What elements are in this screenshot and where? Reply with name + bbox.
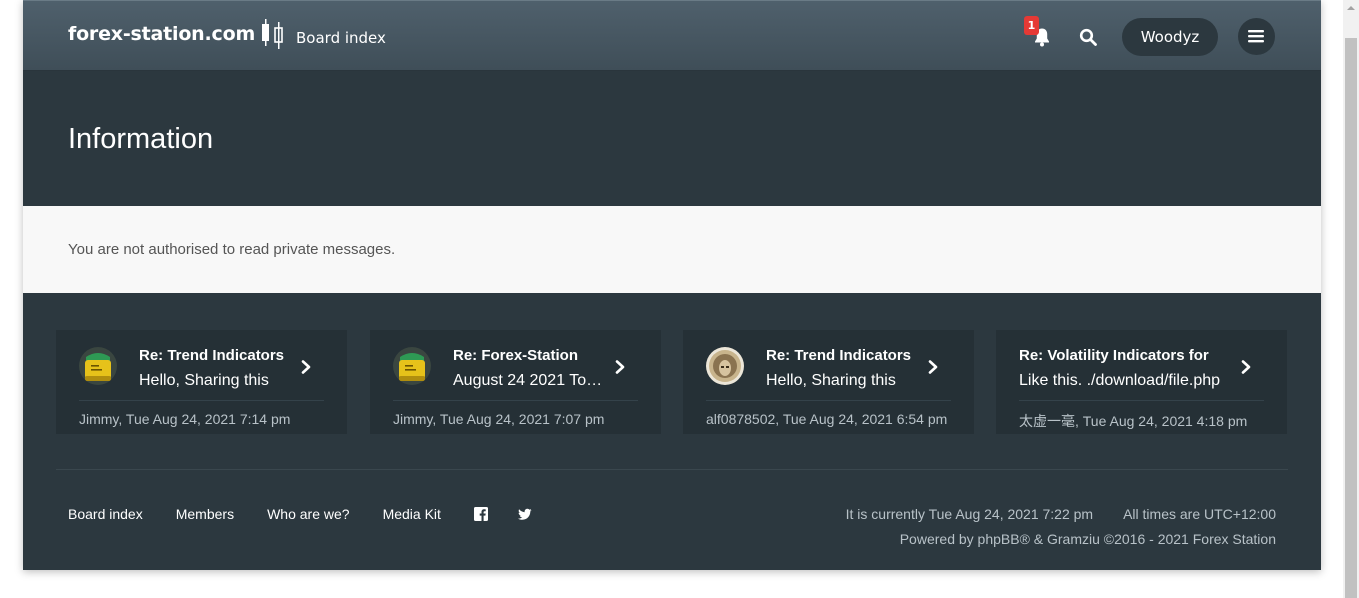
- footer-divider: [56, 469, 1288, 470]
- notification-badge: 1: [1024, 16, 1039, 35]
- keyboard-avatar: [393, 347, 431, 385]
- timezone-info: All times are UTC+12:00: [1123, 506, 1276, 522]
- post-title: Re: Trend Indicators: [766, 347, 912, 364]
- chevron-right-icon[interactable]: [614, 360, 626, 374]
- hamburger-menu-icon: [1248, 30, 1264, 43]
- message-panel: You are not authorised to read private m…: [23, 206, 1321, 293]
- footer-link-members[interactable]: Members: [176, 506, 234, 522]
- keyboard-avatar: [79, 347, 117, 385]
- chevron-right-icon[interactable]: [927, 360, 939, 374]
- photo-avatar: [706, 347, 744, 385]
- footer-info: It is currently Tue Aug 24, 2021 7:22 pm…: [846, 506, 1276, 547]
- facebook-icon[interactable]: [473, 507, 488, 521]
- footer-link-who-are-we[interactable]: Who are we?: [267, 506, 349, 522]
- recent-posts: Re: Trend Indicators Hello, Sharing this…: [56, 330, 1288, 434]
- post-meta: 太虚一毫, Tue Aug 24, 2021 4:18 pm: [1019, 413, 1248, 429]
- post-meta: alf0878502, Tue Aug 24, 2021 6:54 pm: [706, 411, 948, 427]
- main-menu-button[interactable]: [1238, 18, 1275, 55]
- footer-nav: Board index Members Who are we? Media Ki…: [68, 506, 562, 522]
- post-meta: Jimmy, Tue Aug 24, 2021 7:14 pm: [79, 411, 291, 427]
- page-scrollbar[interactable]: [1343, 0, 1359, 598]
- top-navbar: forex-station.com Board index 1 Woodyz: [23, 0, 1321, 71]
- chevron-right-icon[interactable]: [1240, 360, 1252, 374]
- logo-text: forex-station.com: [68, 23, 256, 45]
- chevron-right-icon[interactable]: [300, 360, 312, 374]
- page-header: Information: [23, 71, 1321, 206]
- info-message: You are not authorised to read private m…: [68, 241, 396, 258]
- recent-post-card[interactable]: Re: Trend Indicators Hello, Sharing this…: [56, 330, 347, 434]
- recent-post-card[interactable]: Re: Volatility Indicators for Like this.…: [996, 330, 1287, 434]
- post-title: Re: Forex-Station: [453, 347, 579, 364]
- candlestick-logo-icon: [262, 19, 283, 49]
- post-excerpt: August 24 2021 Today: [453, 372, 603, 389]
- footer-link-media-kit[interactable]: Media Kit: [383, 506, 441, 522]
- card-divider: [1019, 400, 1264, 401]
- recent-post-card[interactable]: Re: Trend Indicators Hello, Sharing this…: [683, 330, 974, 434]
- post-title: Re: Volatility Indicators for: [1019, 347, 1209, 364]
- search-icon[interactable]: [1079, 28, 1097, 46]
- card-divider: [706, 400, 951, 401]
- page-title: Information: [68, 123, 214, 155]
- post-excerpt: Hello, Sharing this: [766, 372, 896, 389]
- recent-post-card[interactable]: Re: Forex-Station August 24 2021 Today J…: [370, 330, 661, 434]
- page-frame: forex-station.com Board index 1 Woodyz I…: [23, 0, 1321, 570]
- site-footer: Re: Trend Indicators Hello, Sharing this…: [23, 293, 1321, 570]
- powered-by: Powered by phpBB® & Gramziu ©2016 - 2021…: [899, 531, 1276, 547]
- post-title: Re: Trend Indicators: [139, 347, 285, 364]
- footer-link-board-index[interactable]: Board index: [68, 506, 143, 522]
- site-logo[interactable]: forex-station.com: [68, 19, 287, 49]
- user-menu-button[interactable]: Woodyz: [1122, 18, 1218, 56]
- post-excerpt: Hello, Sharing this: [139, 372, 269, 389]
- current-time: It is currently Tue Aug 24, 2021 7:22 pm: [845, 506, 1094, 522]
- card-divider: [393, 400, 638, 401]
- post-meta: Jimmy, Tue Aug 24, 2021 7:07 pm: [393, 411, 605, 427]
- twitter-icon[interactable]: [517, 507, 532, 521]
- nav-board-index-link[interactable]: Board index: [296, 29, 386, 47]
- scroll-up-arrow-icon[interactable]: [1347, 5, 1355, 11]
- post-excerpt: Like this. ./download/file.php: [1019, 372, 1221, 389]
- scrollbar-thumb[interactable]: [1345, 38, 1357, 598]
- card-divider: [79, 400, 324, 401]
